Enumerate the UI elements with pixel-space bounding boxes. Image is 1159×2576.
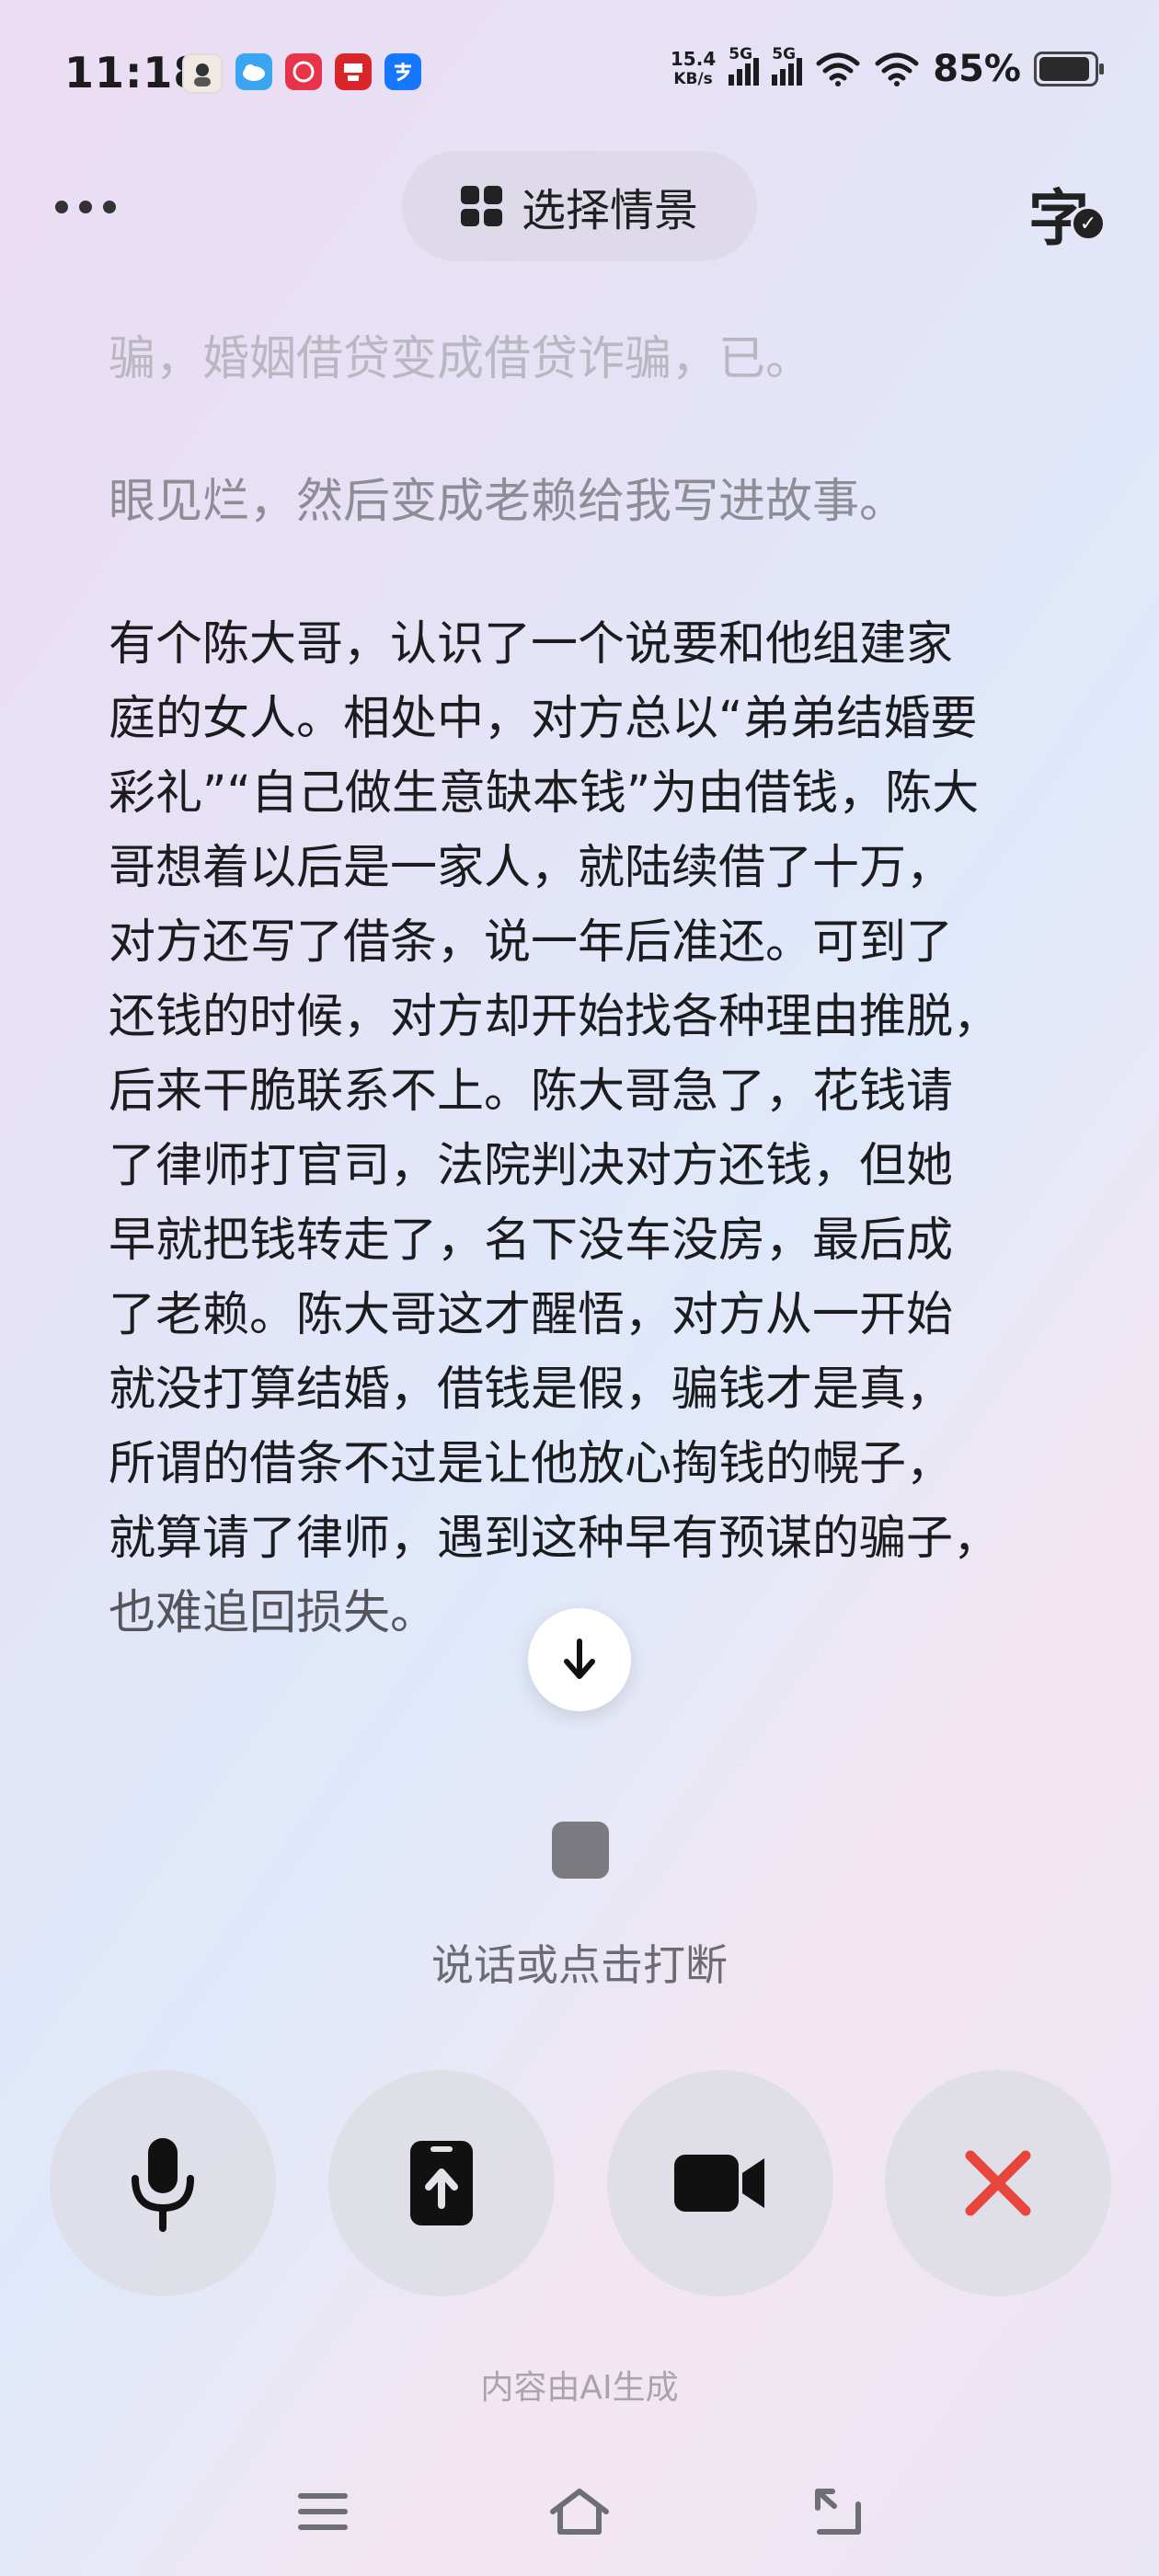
news-app-icon xyxy=(335,53,372,90)
transcript-line: 后来干脆联系不上。陈大哥急了，花钱请 xyxy=(109,1064,954,1119)
transcript-area: 骗，婚姻借贷变成借贷诈骗，已。 眼见烂，然后变成老赖给我写进故事。 有个陈大哥，… xyxy=(109,322,1065,1650)
select-scenario-button[interactable]: 选择情景 xyxy=(402,151,757,261)
select-scenario-label: 选择情景 xyxy=(521,185,698,236)
transcript-line: 对方还写了借条，说一年后准还。可到了 xyxy=(109,915,954,970)
transcript-line: 彩礼”“自己做生意缺本钱”为由借钱，陈大 xyxy=(109,766,980,821)
menu-icon xyxy=(298,2493,348,2530)
transcript-line: 就算请了律师，遇到这种早有预谋的骗子， xyxy=(109,1512,1001,1566)
transcript-line: 还钱的时候，对方却开始找各种理由推脱， xyxy=(109,990,1001,1044)
transcript-line: 所谓的借条不过是让他放心掏钱的幌子， xyxy=(109,1437,954,1491)
home-nav-button[interactable] xyxy=(547,2484,612,2539)
transcript-current-paragraph: 有个陈大哥，认识了一个说要和他组建家 庭的女人。相处中，对方总以“弟弟结婚要 彩… xyxy=(109,607,1065,1650)
transcript-line: 早就把钱转走了，名下没车没房，最后成 xyxy=(109,1213,954,1268)
transcript-line: 庭的女人。相处中，对方总以“弟弟结婚要 xyxy=(109,692,978,746)
battery-icon xyxy=(1034,52,1104,86)
scroll-to-bottom-button[interactable] xyxy=(528,1608,631,1711)
call-controls xyxy=(0,2070,1159,2296)
more-options-button[interactable] xyxy=(55,184,138,230)
navigation-bar xyxy=(0,2466,1159,2558)
transcript-line: 就没打算结婚，借钱是假，骗钱才是真， xyxy=(109,1363,954,1417)
close-icon xyxy=(965,2150,1031,2216)
transcript-faded-line: 眼见烂，然后变成老赖给我写进故事。 xyxy=(109,475,907,529)
signal-sim2-icon: 5G xyxy=(772,45,803,86)
transcript-line: 了律师打官司，法院判决对方还钱，但她 xyxy=(109,1139,954,1193)
stop-speaking-button[interactable] xyxy=(552,1822,609,1879)
more-icon xyxy=(55,201,68,213)
signal-sim1-icon: 5G xyxy=(729,45,760,86)
status-bar: 11:18 15.4 KB/s 5G 5G 85% xyxy=(0,0,1159,147)
wifi-icon xyxy=(816,52,860,86)
video-camera-button[interactable] xyxy=(607,2070,833,2296)
microphone-button[interactable] xyxy=(50,2070,276,2296)
transcript-faded-line: 骗，婚姻借贷变成借贷诈骗，已。 xyxy=(109,332,813,386)
notification-icons xyxy=(182,53,421,94)
transcript-line: 了老赖。陈大哥这才醒悟，对方从一开始 xyxy=(109,1288,954,1342)
top-bar: 选择情景 字 ✓ xyxy=(0,147,1159,267)
system-status: 15.4 KB/s 5G 5G 85% xyxy=(670,45,1104,90)
interrupt-hint: 说话或点击打断 xyxy=(431,1940,728,1990)
video-camera-icon xyxy=(674,2155,764,2212)
home-icon xyxy=(550,2489,609,2535)
network-speed: 15.4 KB/s xyxy=(670,48,717,88)
transcript-line: 哥想着以后是一家人，就陆续借了十万， xyxy=(109,841,954,895)
ai-generated-note: 内容由AI生成 xyxy=(480,2369,679,2407)
back-icon xyxy=(815,2489,861,2535)
wifi-secondary-icon xyxy=(875,52,919,86)
cloud-app-icon xyxy=(235,53,272,90)
red-app-icon xyxy=(285,53,322,90)
avatar-app-icon xyxy=(182,53,223,94)
battery-percent: 85% xyxy=(933,48,1021,90)
alipay-icon xyxy=(384,53,421,90)
phone-upload-icon xyxy=(410,2141,473,2225)
microphone-icon xyxy=(132,2138,194,2232)
checkmark-icon: ✓ xyxy=(1071,206,1106,241)
menu-nav-button[interactable] xyxy=(291,2484,355,2539)
grid-icon xyxy=(460,186,502,226)
arrow-down-icon xyxy=(564,1639,595,1679)
back-nav-button[interactable] xyxy=(806,2484,870,2539)
transcript-line: 有个陈大哥，认识了一个说要和他组建家 xyxy=(109,617,954,672)
end-call-button[interactable] xyxy=(885,2070,1111,2296)
subtitle-toggle-button[interactable]: 字 ✓ xyxy=(1028,169,1106,254)
share-screen-button[interactable] xyxy=(328,2070,555,2296)
